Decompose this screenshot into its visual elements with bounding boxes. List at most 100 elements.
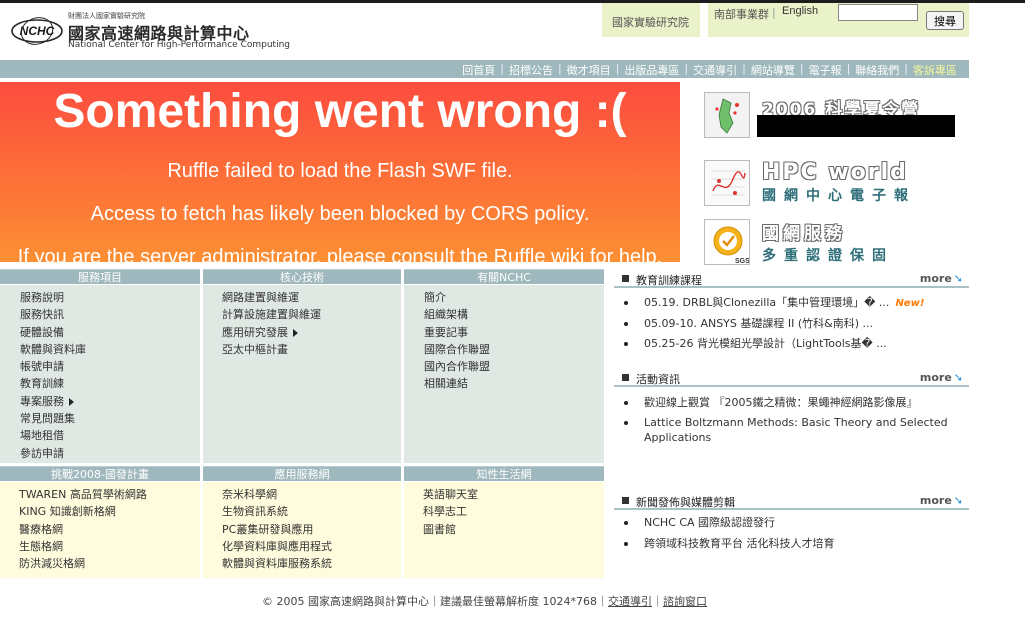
- error-message-line-1: Ruffle failed to load the Flash SWF file…: [167, 160, 513, 182]
- service-link-label: 服務說明: [20, 291, 64, 304]
- service-link-label: 醫療格網: [19, 522, 63, 536]
- logo[interactable]: NCHC 財團法人國家實驗研究院 國家高速網路與計算中心 National Ce…: [8, 8, 308, 52]
- nav-link[interactable]: 徵才項目: [567, 62, 611, 78]
- service-link[interactable]: 亞太中樞計畫: [222, 341, 321, 358]
- intellectual-life-column: 英語聊天室 科學志工 圖書館: [404, 482, 604, 578]
- service-link[interactable]: 國內合作聯盟: [424, 358, 490, 375]
- press-more-link[interactable]: more ➘: [920, 494, 963, 507]
- event-item-text: 歡迎線上觀賞 『2005鐵之精微：果蠅神經網路影像展』: [644, 396, 918, 409]
- list-item[interactable]: 歡迎線上觀賞 『2005鐵之精微：果蠅神經網路影像展』: [614, 395, 969, 410]
- service-link[interactable]: 專案服務: [20, 393, 86, 410]
- footer-traffic-link[interactable]: 交通導引: [608, 595, 652, 608]
- south-division-link[interactable]: 南部事業群: [714, 6, 769, 22]
- english-link[interactable]: English: [782, 5, 818, 17]
- service-link[interactable]: 教育訓練: [20, 375, 86, 392]
- about-nchc-column: 簡介組織架構重要記事國際合作聯盟 國內合作聯盟 相關連結: [404, 285, 604, 463]
- list-item[interactable]: 05.25-26 背光模組光學設計（LightTools基� ...: [614, 336, 969, 351]
- service-link[interactable]: 生態格網: [19, 538, 147, 555]
- service-link[interactable]: PC叢集研發與應用: [222, 521, 332, 538]
- nav-separator: |: [799, 62, 804, 75]
- promo-hpc-world[interactable]: HPC world 國網中心電子報: [704, 160, 974, 208]
- narl-link[interactable]: 國家實驗研究院: [612, 14, 689, 30]
- main-nav-bar: 回首頁 | 招標公告 | 徵才項目 | 出版品專區 | 交通導引 | 網站導覽 | 電子報 | 聯絡我們 | 客…: [0, 60, 969, 78]
- services-column: 服務說明服務快訊 硬體設備 軟體與資料庫 帳號申請教育訓練專案服務常見問題集場地租借參…: [0, 285, 200, 463]
- service-link-label: 帳號申請: [20, 360, 64, 374]
- service-link[interactable]: 常見問題集: [20, 410, 86, 427]
- list-item[interactable]: NCHC CA 國際級認證發行: [614, 515, 969, 530]
- application-services-column-header: 應用服務網: [203, 466, 401, 481]
- list-item[interactable]: 05.09-10. ANSYS 基礎課程 II (竹科&南科) ...: [614, 316, 969, 331]
- service-link[interactable]: 服務說明: [20, 289, 86, 306]
- nav-link[interactable]: 招標公告: [509, 62, 553, 78]
- service-link-label: 軟體與資料庫: [20, 342, 86, 356]
- nav-link[interactable]: 客訴專區: [913, 62, 957, 78]
- service-link[interactable]: TWAREN 高品質學術網路: [19, 486, 147, 503]
- service-link[interactable]: 防洪減災格網: [19, 555, 147, 572]
- press-item-text: 跨領域科技教育平台 活化科技人才培育: [644, 537, 835, 550]
- list-item[interactable]: Lattice Boltzmann Methods: Basic Theory …: [614, 415, 954, 445]
- service-link[interactable]: 國際合作聯盟: [424, 341, 490, 358]
- training-item-text: 05.25-26 背光模組光學設計（LightTools基� ...: [644, 337, 887, 350]
- events-section-header: 活動資訊 more ➘: [614, 369, 969, 387]
- core-tech-list: 網路建置與維運計算設施建置與維運 應用研究發展 亞太中樞計畫: [222, 289, 321, 358]
- utility-divider: [700, 3, 708, 37]
- service-link[interactable]: 網路建置與維運: [222, 289, 321, 306]
- search-input[interactable]: [838, 4, 918, 21]
- service-link-label: KING 知識創新格網: [19, 505, 116, 519]
- submenu-arrow-icon: [69, 397, 74, 406]
- list-item[interactable]: 05.19. DRBL與Clonezilla「集中管理環境」� ... New!: [614, 295, 969, 311]
- service-link[interactable]: 奈米科學網: [222, 486, 332, 503]
- service-link[interactable]: 帳號申請: [20, 358, 86, 375]
- nav-link[interactable]: 電子報: [809, 62, 842, 78]
- service-link[interactable]: 服務快訊: [20, 306, 86, 323]
- service-link[interactable]: 簡介: [424, 289, 490, 306]
- service-link[interactable]: 生物資訊系統: [222, 503, 332, 520]
- service-link-label: 場地租借: [20, 429, 64, 443]
- footer-separator: ｜: [651, 595, 663, 608]
- service-link-label: 重要記事: [424, 325, 468, 339]
- service-link[interactable]: 科學志工: [423, 503, 478, 520]
- list-item[interactable]: 跨領域科技教育平台 活化科技人才培育: [614, 536, 969, 551]
- service-link-label: 教育訓練: [20, 377, 64, 391]
- service-link-label: 國際合作聯盟: [424, 342, 490, 356]
- nav-items: 回首頁 | 招標公告 | 徵才項目 | 出版品專區 | 交通導引 | 網站導覽 | 電子報 | 聯絡我們 | 客…: [462, 62, 957, 78]
- service-link[interactable]: 重要記事: [424, 324, 490, 341]
- service-link[interactable]: 英語聊天室: [423, 486, 478, 503]
- nav-link[interactable]: 出版品專區: [624, 62, 679, 78]
- service-link-label: 防洪減災格網: [19, 557, 85, 571]
- service-link[interactable]: 相關連結: [424, 375, 490, 392]
- service-link[interactable]: 組織架構: [424, 306, 490, 323]
- service-link[interactable]: 場地租借: [20, 427, 86, 444]
- events-more-link[interactable]: more ➘: [920, 371, 963, 384]
- nav-link[interactable]: 回首頁: [462, 62, 495, 78]
- service-link-label: TWAREN 高品質學術網路: [19, 488, 147, 501]
- service-link[interactable]: 醫療格網: [19, 521, 147, 538]
- service-link-label: 國內合作聯盟: [424, 360, 490, 374]
- service-link[interactable]: 軟體與資料庫: [20, 341, 86, 358]
- core-tech-column: 網路建置與維運計算設施建置與維運 應用研究發展 亞太中樞計畫: [203, 285, 401, 463]
- service-link[interactable]: 計算設施建置與維運: [222, 306, 321, 323]
- service-link-label: 專案服務: [20, 394, 64, 408]
- promo-science-camp[interactable]: 2006 科學夏令營: [704, 92, 974, 140]
- service-link[interactable]: 硬體設備: [20, 324, 86, 341]
- search-button[interactable]: 搜尋: [926, 11, 964, 30]
- nav-separator: |: [846, 62, 851, 75]
- promo-nchc-service[interactable]: SGS 國網服務 多重認證保固: [704, 219, 974, 267]
- nav-separator: |: [557, 62, 562, 75]
- service-link[interactable]: 應用研究發展: [222, 324, 321, 341]
- service-link[interactable]: KING 知識創新格網: [19, 503, 147, 520]
- service-link[interactable]: 參訪申請: [20, 445, 86, 462]
- nav-link[interactable]: 交通導引: [693, 62, 737, 78]
- training-more-link[interactable]: more ➘: [920, 272, 963, 285]
- footer-consult-link[interactable]: 諮詢窗口: [663, 595, 707, 608]
- section-bullet-icon: [622, 275, 629, 282]
- promo-redacted-bar: [757, 115, 955, 137]
- service-link-label: 網路建置與維運: [222, 291, 299, 304]
- service-link[interactable]: 圖書館: [423, 521, 478, 538]
- service-link[interactable]: 化學資料庫與應用程式: [222, 538, 332, 555]
- nav-link[interactable]: 聯絡我們: [855, 62, 899, 78]
- service-link-label: 組織架構: [424, 308, 468, 322]
- service-link[interactable]: 軟體與資料庫服務系統: [222, 555, 332, 572]
- map-thumbnail-icon: [704, 92, 750, 138]
- nav-link[interactable]: 網站導覽: [751, 62, 795, 78]
